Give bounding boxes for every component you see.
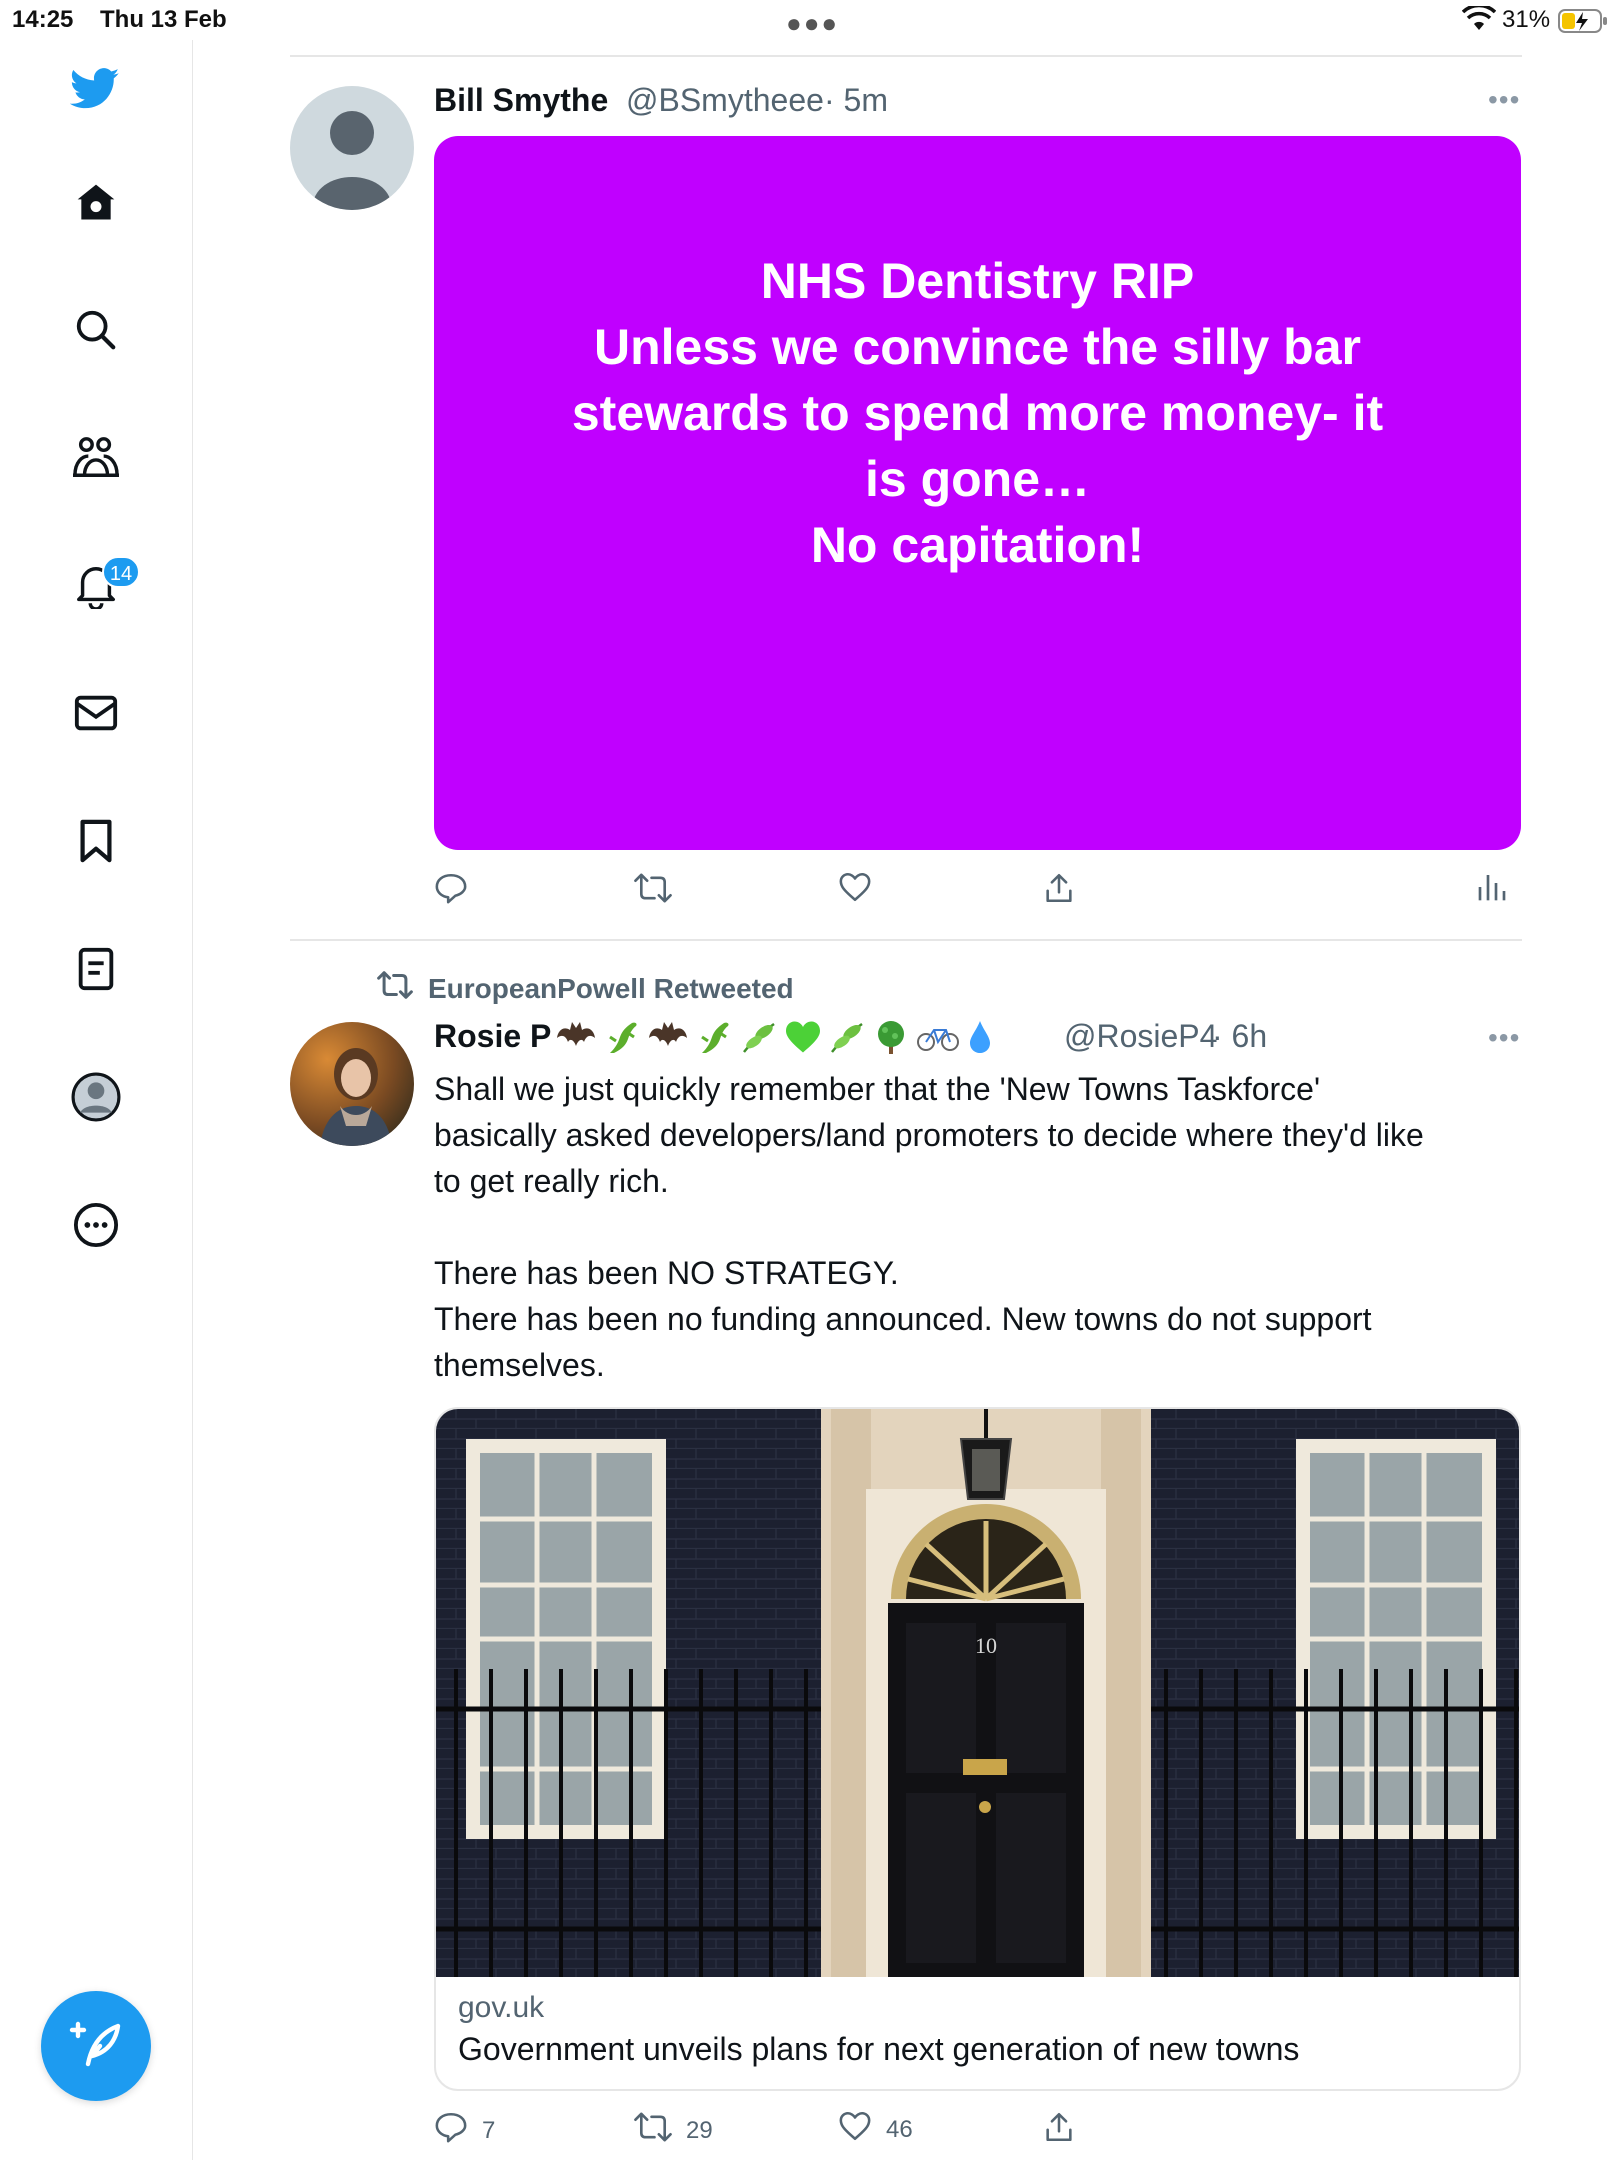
downing-street-door-image: 10 xyxy=(436,1409,1519,1977)
sidebar-item-more[interactable] xyxy=(71,1202,121,1252)
mail-icon xyxy=(73,693,119,738)
tweet-text-line: to get really rich. xyxy=(434,1163,669,1199)
wifi-icon xyxy=(1461,3,1497,37)
twitter-logo-icon[interactable] xyxy=(70,64,120,114)
author-handle[interactable]: @RosieP4 xyxy=(1064,1018,1217,1055)
sidebar-item-home[interactable] xyxy=(71,180,121,230)
retweet-icon xyxy=(634,871,672,912)
tweet-time[interactable]: · 6h xyxy=(1212,1018,1267,1055)
notification-badge: 14 xyxy=(102,556,140,588)
image-text-line: NHS Dentistry RIP xyxy=(760,253,1195,309)
tweet-text-line: Shall we just quickly remember that the … xyxy=(434,1071,1321,1107)
reply-count: 7 xyxy=(482,2116,496,2144)
reply-icon xyxy=(434,871,468,912)
retweet-count: 29 xyxy=(686,2116,713,2144)
divider xyxy=(290,55,1522,57)
share-icon xyxy=(1042,871,1076,912)
feather-plus-icon xyxy=(68,2016,124,2077)
link-title: Government unveils plans for next genera… xyxy=(458,2031,1300,2067)
reply-button[interactable]: 7 xyxy=(434,2110,495,2151)
sidebar-item-explore[interactable] xyxy=(71,307,121,357)
name-emoji-row xyxy=(556,1018,994,1056)
bicycle-icon xyxy=(917,1029,959,1051)
sidebar-item-profile[interactable] xyxy=(71,1072,121,1127)
tweet-text: Shall we just quickly remember that the … xyxy=(434,1066,1514,1388)
lizard-icon xyxy=(609,1022,637,1053)
divider xyxy=(290,939,1522,941)
clock: 14:25 xyxy=(12,6,74,33)
herb-icon xyxy=(831,1022,863,1053)
tweet-text-line: themselves. xyxy=(434,1347,605,1383)
link-domain: gov.uk xyxy=(458,1991,545,2024)
tweet-actions: 7 29 46 xyxy=(434,2110,1521,2150)
link-preview-card[interactable]: 10 gov.uk Government unveils plans for n… xyxy=(434,1407,1521,2091)
author-photo-icon xyxy=(290,1022,414,1146)
heart-icon xyxy=(838,2110,872,2149)
list-icon xyxy=(76,946,116,997)
image-text-line: is gone… xyxy=(864,451,1091,507)
tree-icon xyxy=(878,1021,904,1054)
status-bar: 14:25 Thu 13 Feb ●●● 31% xyxy=(0,0,1620,40)
tweet-actions xyxy=(434,871,1521,911)
battery-charging-icon xyxy=(1558,8,1608,39)
share-button[interactable] xyxy=(1042,871,1076,912)
tweet-text-line: There has been NO STRATEGY. xyxy=(434,1255,899,1291)
avatar-default[interactable] xyxy=(290,86,414,210)
image-text-line: No capitation! xyxy=(810,517,1145,573)
date: Thu 13 Feb xyxy=(100,6,227,33)
people-icon xyxy=(71,435,121,486)
retweet-context[interactable]: EuropeanPowell Retweeted xyxy=(376,970,794,1007)
more-options-icon[interactable]: ••• xyxy=(1488,1022,1520,1054)
author-handle[interactable]: @BSmytheee xyxy=(626,82,824,119)
sidebar-item-lists[interactable] xyxy=(71,946,121,996)
like-count: 46 xyxy=(886,2115,913,2143)
reply-icon xyxy=(434,2110,468,2151)
analytics-button[interactable] xyxy=(1476,871,1508,910)
tweet-text-line: There has been no funding announced. New… xyxy=(434,1301,1372,1337)
image-text-line: stewards to spend more money- it xyxy=(571,385,1384,441)
image-text-line: Unless we convince the silly bar xyxy=(594,319,1361,375)
sidebar-item-bookmarks[interactable] xyxy=(71,818,121,868)
multitasking-dots-icon[interactable]: ●●● xyxy=(786,8,839,39)
tweet-text-line: basically asked developers/land promoter… xyxy=(434,1117,1424,1153)
herb-icon xyxy=(743,1022,775,1053)
more-options-icon[interactable]: ••• xyxy=(1488,84,1520,116)
analytics-icon xyxy=(1476,871,1508,910)
search-icon xyxy=(73,307,119,358)
compose-tweet-button[interactable] xyxy=(41,1991,151,2101)
heart-icon xyxy=(838,871,872,910)
bat-icon xyxy=(557,1022,595,1046)
default-profile-icon xyxy=(312,111,392,210)
door-number: 10 xyxy=(975,1633,997,1658)
bat-icon xyxy=(649,1022,687,1046)
retweeted-by: EuropeanPowell Retweeted xyxy=(428,972,794,1004)
like-button[interactable] xyxy=(838,871,872,910)
share-button[interactable] xyxy=(1042,2110,1076,2151)
retweet-button[interactable] xyxy=(634,871,672,912)
sidebar-item-communities[interactable] xyxy=(71,435,121,485)
image-card[interactable]: NHS Dentistry RIP Unless we convince the… xyxy=(434,136,1521,850)
reply-button[interactable] xyxy=(434,871,468,912)
bookmark-icon xyxy=(76,818,116,869)
tweet-time[interactable]: · 5m xyxy=(824,82,888,119)
home-icon xyxy=(73,181,119,230)
author-name[interactable]: Bill Smythe xyxy=(434,82,608,119)
image-text: NHS Dentistry RIP Unless we convince the… xyxy=(498,248,1458,578)
lizard-icon xyxy=(701,1022,729,1053)
retweet-small-icon xyxy=(376,970,414,1007)
profile-icon xyxy=(71,1072,121,1127)
share-icon xyxy=(1042,2110,1076,2151)
like-button[interactable]: 46 xyxy=(838,2110,913,2149)
more-circle-icon xyxy=(73,1202,119,1253)
avatar-photo[interactable] xyxy=(290,1022,414,1146)
retweet-button[interactable]: 29 xyxy=(634,2110,713,2151)
retweet-icon xyxy=(634,2110,672,2151)
author-name[interactable]: Rosie P xyxy=(434,1018,551,1055)
sidebar-item-messages[interactable] xyxy=(71,690,121,740)
droplet-icon xyxy=(970,1021,990,1053)
green-heart-icon xyxy=(786,1021,820,1053)
battery-percent: 31% xyxy=(1502,6,1551,33)
